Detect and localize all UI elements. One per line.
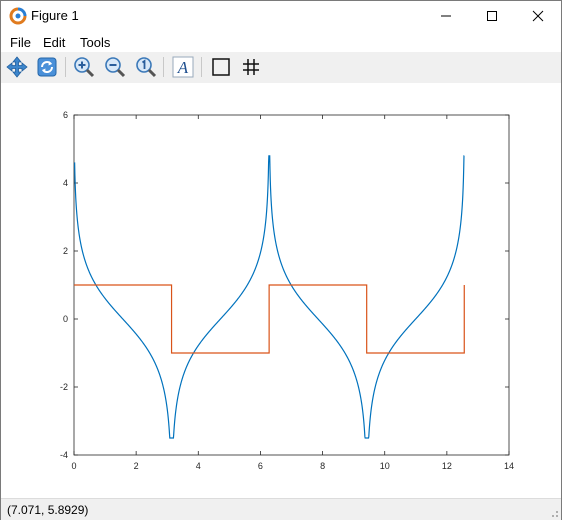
window-title: Figure 1	[31, 8, 79, 23]
toolbar-separator	[201, 57, 202, 77]
y-tick-label: 2	[63, 246, 68, 256]
zoom-in-button[interactable]	[72, 55, 96, 79]
x-tick-label: 10	[380, 461, 390, 471]
zoom-in-icon	[74, 57, 95, 78]
zoom-reset-button[interactable]	[134, 55, 158, 79]
axes-box-button[interactable]	[209, 55, 233, 79]
menu-bar: File Edit Tools	[1, 32, 561, 52]
toolbar-separator	[65, 57, 66, 77]
maximize-icon	[487, 11, 497, 21]
x-tick-label: 6	[258, 461, 263, 471]
text-icon: A	[172, 56, 194, 78]
menu-tools[interactable]: Tools	[80, 35, 110, 50]
pan-icon	[6, 56, 28, 78]
rotate-button[interactable]	[35, 55, 59, 79]
toolbar-separator	[163, 57, 164, 77]
axes-box-icon	[212, 58, 230, 76]
grid-icon	[243, 59, 259, 75]
minimize-button[interactable]	[423, 1, 469, 31]
menu-edit[interactable]: Edit	[43, 35, 65, 50]
octave-logo-icon	[9, 7, 27, 25]
y-tick-label: -4	[60, 450, 68, 460]
x-tick-label: 8	[320, 461, 325, 471]
x-tick-label: 0	[71, 461, 76, 471]
insert-text-button[interactable]: A	[171, 55, 195, 79]
rotate-icon	[37, 57, 57, 77]
x-tick-label: 4	[196, 461, 201, 471]
resize-grip-icon[interactable]	[549, 508, 559, 518]
chart[interactable]: 0 2 4 6 8 10 12 14 -4 -2 0 2 4 6	[1, 83, 561, 497]
pointer-coordinates: (7.071, 5.8929)	[7, 503, 89, 517]
title-bar[interactable]: Figure 1	[1, 1, 561, 31]
plot-canvas[interactable]: 0 2 4 6 8 10 12 14 -4 -2 0 2 4 6	[1, 83, 561, 497]
grid-toggle-button[interactable]	[239, 55, 263, 79]
y-tick-label: 0	[63, 314, 68, 324]
zoom-out-button[interactable]	[103, 55, 127, 79]
close-icon	[532, 10, 544, 22]
x-tick-label: 14	[504, 461, 514, 471]
x-tick-label: 12	[442, 461, 452, 471]
x-tick-label: 2	[134, 461, 139, 471]
y-tick-label: 6	[63, 110, 68, 120]
zoom-reset-icon	[136, 57, 157, 78]
close-button[interactable]	[515, 1, 561, 31]
svg-text:A: A	[177, 58, 189, 77]
y-tick-label: 4	[63, 178, 68, 188]
minimize-icon	[441, 15, 451, 17]
status-bar: (7.071, 5.8929)	[1, 498, 561, 520]
zoom-out-icon	[105, 57, 126, 78]
y-tick-label: -2	[60, 382, 68, 392]
toolbar: A	[1, 52, 561, 83]
pan-button[interactable]	[5, 55, 29, 79]
menu-file[interactable]: File	[10, 35, 31, 50]
figure-window: Figure 1 File Edit Tools A 0 2 4 6 8 10 …	[0, 0, 562, 520]
maximize-button[interactable]	[469, 1, 515, 31]
